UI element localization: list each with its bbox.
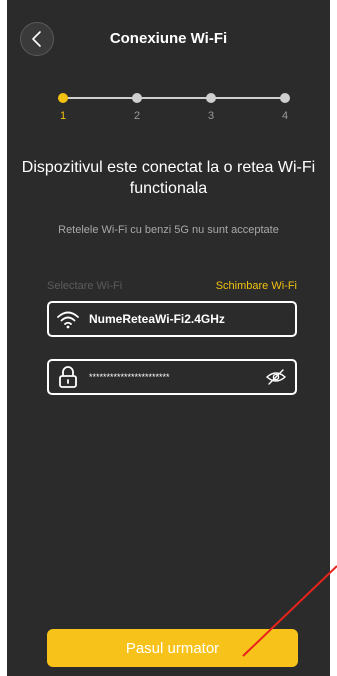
app-screen: Conexiune Wi-Fi 1 2 3 4 Dispozitivul est… — [7, 0, 330, 676]
connection-heading: Dispozitivul este conectat la o retea Wi… — [21, 159, 316, 197]
password-value: *********************** — [89, 372, 170, 382]
next-step-button[interactable]: Pasul urmator — [47, 629, 298, 667]
change-wifi-link[interactable]: Schimbare Wi-Fi — [216, 280, 297, 292]
step-dot-3 — [206, 93, 216, 103]
band-note: Retelele Wi-Fi cu benzi 5G nu sunt accep… — [58, 224, 279, 236]
step-label-1: 1 — [59, 110, 67, 122]
wifi-icon — [55, 307, 81, 331]
stepper-line — [63, 97, 287, 99]
step-label-3: 3 — [207, 110, 215, 122]
step-dot-2 — [132, 93, 142, 103]
ssid-value: NumeReteaWi-Fi2.4GHz — [89, 312, 225, 326]
page-title: Conexiune Wi-Fi — [109, 30, 228, 47]
step-dot-1 — [58, 93, 68, 103]
wifi-ssid-field[interactable]: NumeReteaWi-Fi2.4GHz — [47, 301, 297, 337]
progress-stepper: 1 2 3 4 — [7, 88, 330, 128]
eye-off-icon[interactable] — [265, 367, 287, 387]
step-dot-4 — [280, 93, 290, 103]
select-wifi-label: Selectare Wi-Fi — [47, 280, 123, 292]
step-label-2: 2 — [133, 110, 141, 122]
wifi-password-field[interactable]: *********************** — [47, 359, 297, 395]
lock-icon — [55, 365, 81, 389]
step-label-4: 4 — [281, 110, 289, 122]
